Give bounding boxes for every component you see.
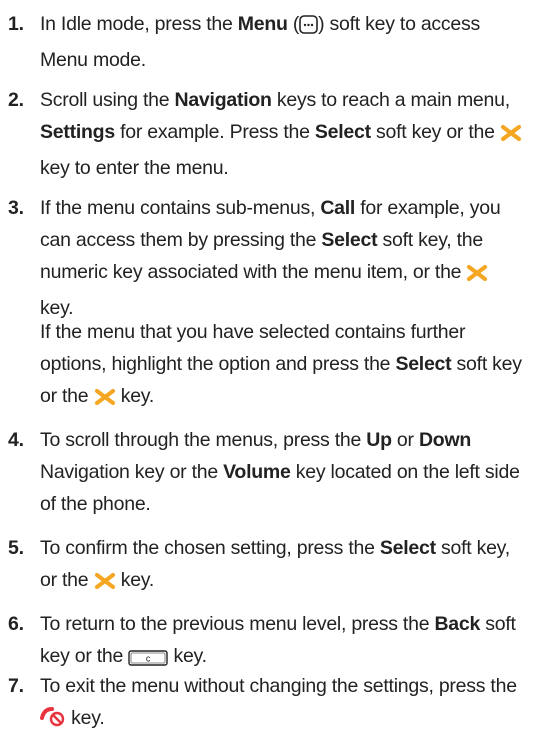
- step-2: 2. Scroll using the Navigation keys to r…: [0, 84, 539, 184]
- select-key-icon: [500, 120, 522, 152]
- select-key-icon: [94, 384, 116, 416]
- step-text: key.: [115, 385, 155, 407]
- step-1: 1. In Idle mode, press the Menu () soft …: [0, 8, 539, 76]
- step-text: In Idle mode, press the: [40, 13, 238, 35]
- step-number: 4.: [8, 429, 24, 451]
- menu-key-label: Menu: [237, 13, 288, 35]
- select-label: Select: [379, 537, 436, 559]
- volume-label: Volume: [223, 461, 291, 483]
- step-text: key.: [66, 707, 105, 729]
- select-key-icon: [94, 568, 116, 600]
- select-label: Select: [321, 229, 378, 251]
- step-3-note: If the menu that you have selected conta…: [0, 316, 539, 416]
- step-number: 3.: [8, 197, 24, 219]
- end-call-key-icon: [40, 706, 66, 738]
- select-label: Select: [395, 353, 452, 375]
- step-text: key.: [115, 569, 155, 591]
- step-number: 6.: [8, 613, 24, 635]
- navigation-label: Navigation: [174, 89, 272, 111]
- step-6: 6. To return to the previous menu level,…: [0, 608, 539, 676]
- step-7: 7. To exit the menu without changing the…: [0, 670, 539, 738]
- step-text: key.: [168, 645, 207, 667]
- step-text: keys to reach a main menu,: [271, 89, 510, 111]
- step-text: for example. Press the: [114, 121, 315, 143]
- down-label: Down: [418, 429, 472, 451]
- step-text: To exit the menu without changing the se…: [40, 675, 517, 697]
- settings-label: Settings: [40, 121, 115, 143]
- select-key-icon: [466, 260, 488, 292]
- menu-softkey-icon: [299, 12, 318, 44]
- step-5: 5. To confirm the chosen setting, press …: [0, 532, 539, 600]
- step-number: 2.: [8, 89, 24, 111]
- step-text: If the menu contains sub-menus,: [40, 197, 321, 219]
- step-number: 7.: [8, 675, 24, 697]
- up-label: Up: [366, 429, 392, 451]
- step-text: To return to the previous menu level, pr…: [40, 613, 435, 635]
- step-text: (: [287, 13, 300, 35]
- step-3: 3. If the menu contains sub-menus, Call …: [0, 192, 539, 324]
- call-label: Call: [320, 197, 356, 219]
- step-number: 1.: [8, 13, 24, 35]
- step-text: key to enter the menu.: [40, 157, 229, 179]
- step-4: 4. To scroll through the menus, press th…: [0, 424, 539, 520]
- step-text: Scroll using the: [40, 89, 175, 111]
- step-text: soft key or the: [370, 121, 500, 143]
- step-text: Navigation key or the: [40, 461, 224, 483]
- back-label: Back: [434, 613, 481, 635]
- step-number: 5.: [8, 537, 24, 559]
- select-label: Select: [314, 121, 371, 143]
- step-text: or: [391, 429, 419, 451]
- step-text: To scroll through the menus, press the: [40, 429, 367, 451]
- step-text: To confirm the chosen setting, press the: [40, 537, 380, 559]
